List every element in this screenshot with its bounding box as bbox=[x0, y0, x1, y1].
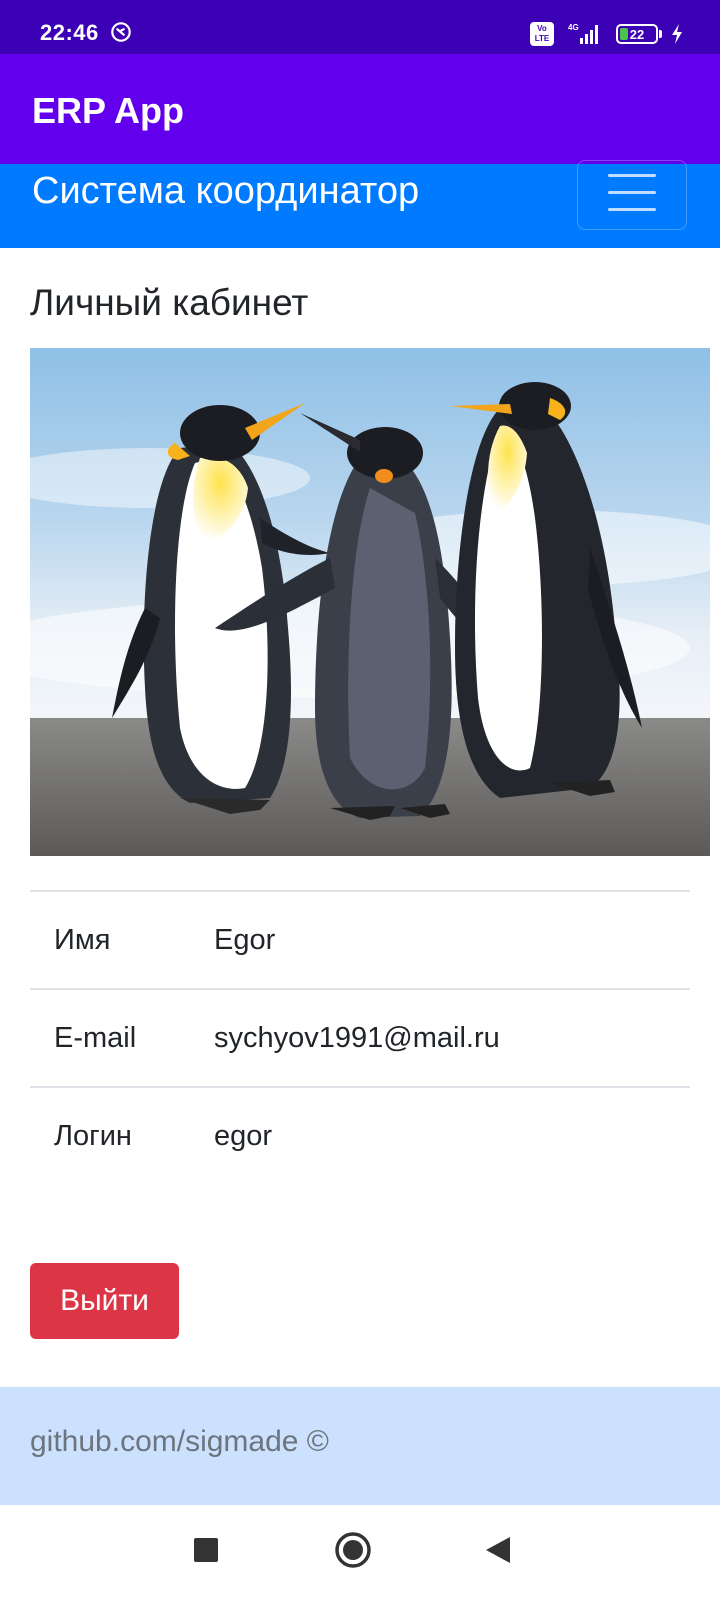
table-row: Имя Egor bbox=[30, 890, 690, 989]
name-label: Имя bbox=[30, 890, 214, 989]
login-value: egor bbox=[214, 1086, 690, 1185]
navbar-toggle-button[interactable] bbox=[577, 160, 687, 230]
profile-table: Имя Egor E-mail sychyov1991@mail.ru Логи… bbox=[30, 890, 690, 1185]
table-row: E-mail sychyov1991@mail.ru bbox=[30, 988, 690, 1087]
status-indicators: Vo LTE 4G 22 bbox=[530, 20, 684, 48]
footer-text: github.com/sigmade © bbox=[30, 1425, 329, 1458]
profile-photo bbox=[30, 348, 710, 856]
table-row: Логин egor bbox=[30, 1086, 690, 1185]
app-bar: ERP App bbox=[0, 54, 720, 164]
battery-icon: 22 bbox=[616, 24, 662, 44]
email-label: E-mail bbox=[30, 988, 214, 1087]
page-title: Личный кабинет bbox=[30, 282, 309, 323]
login-label: Логин bbox=[30, 1086, 214, 1185]
signal-icon: 4G bbox=[568, 23, 598, 44]
volte-icon: Vo LTE bbox=[530, 22, 554, 46]
network-type-label: 4G bbox=[568, 23, 579, 32]
app-notification-icon bbox=[111, 22, 131, 42]
battery-level: 22 bbox=[629, 26, 645, 42]
circle-icon[interactable] bbox=[334, 1531, 372, 1569]
app-title: ERP App bbox=[32, 90, 185, 131]
email-value: sychyov1991@mail.ru bbox=[214, 988, 690, 1087]
name-value: Egor bbox=[214, 890, 690, 989]
triangle-icon[interactable] bbox=[484, 1535, 512, 1565]
system-nav-bar bbox=[0, 1505, 720, 1600]
navbar: Система координатор bbox=[0, 160, 720, 248]
status-time: 22:46 bbox=[40, 20, 99, 45]
square-icon[interactable] bbox=[193, 1537, 219, 1563]
status-bar: 22:46 Vo LTE 4G 22 bbox=[0, 0, 720, 54]
logout-button[interactable]: Выйти bbox=[30, 1263, 179, 1339]
footer: github.com/sigmade © bbox=[0, 1387, 720, 1505]
charging-bolt-icon bbox=[672, 24, 682, 44]
navbar-brand[interactable]: Система координатор bbox=[32, 170, 419, 213]
